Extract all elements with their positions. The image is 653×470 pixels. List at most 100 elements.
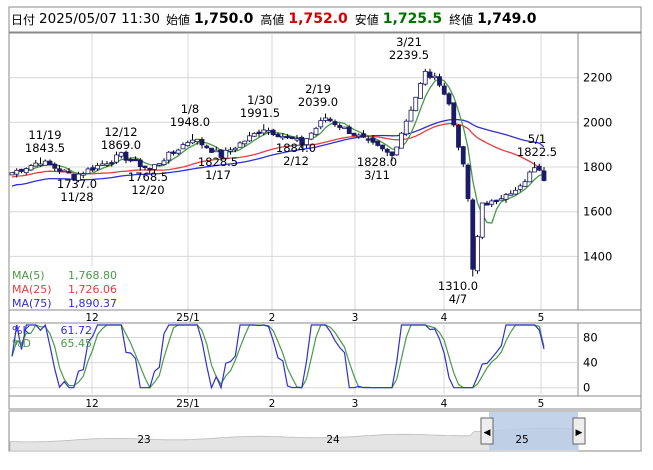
candle-body bbox=[99, 163, 105, 166]
price-tick-label: 2000 bbox=[583, 115, 612, 129]
annotation-date: 11/28 bbox=[60, 190, 93, 204]
candle-body bbox=[427, 71, 433, 78]
candle-body bbox=[394, 146, 400, 156]
annotation-price: 1828.5 bbox=[198, 155, 238, 169]
candle-body bbox=[337, 125, 343, 128]
navigator[interactable]: 23 24 25 ◀ ▶ bbox=[8, 410, 642, 452]
candle-body bbox=[513, 189, 518, 195]
annotation-date: 2/19 bbox=[305, 82, 331, 96]
candle-body bbox=[342, 126, 347, 129]
candle-body bbox=[470, 199, 476, 270]
annotation-price: 1737.0 bbox=[57, 177, 97, 191]
candle-body bbox=[465, 164, 471, 199]
price-tick-label: 1800 bbox=[583, 160, 612, 174]
candle-body bbox=[489, 200, 495, 205]
annotation-date: 11/19 bbox=[28, 128, 61, 142]
ma-legend-value: 1,726.06 bbox=[68, 283, 117, 296]
annotation-price: 1991.5 bbox=[240, 106, 280, 120]
candle-body bbox=[128, 158, 134, 162]
candle-body bbox=[95, 165, 100, 170]
candle-body bbox=[114, 154, 119, 163]
candle-body bbox=[204, 145, 210, 149]
candle-body bbox=[85, 168, 91, 175]
candle-body bbox=[247, 135, 252, 142]
candle-body bbox=[456, 124, 461, 148]
candle-body bbox=[152, 164, 157, 170]
candle-body bbox=[185, 142, 191, 147]
candle-body bbox=[61, 169, 67, 173]
candle-body bbox=[536, 165, 542, 171]
annotation-date: 1/8 bbox=[181, 102, 200, 116]
annotation-price: 1869.0 bbox=[101, 138, 141, 152]
x-tick-label: 4 bbox=[441, 312, 448, 324]
candle-body bbox=[261, 129, 267, 134]
candle-body bbox=[209, 147, 214, 153]
candle-body bbox=[42, 160, 48, 166]
candle-body bbox=[171, 151, 176, 154]
candle-body bbox=[213, 149, 219, 153]
candle-body bbox=[503, 194, 509, 200]
candle-body bbox=[156, 163, 162, 166]
candle-body bbox=[104, 163, 110, 166]
candle-body bbox=[313, 127, 319, 135]
candle-body bbox=[541, 170, 547, 181]
candle-body bbox=[460, 146, 466, 165]
candle-body bbox=[356, 134, 362, 137]
price-tick-label: 2200 bbox=[583, 71, 612, 85]
candle-body bbox=[441, 85, 447, 95]
candle-body bbox=[175, 149, 181, 154]
ma-legend-name: MA(25) bbox=[12, 283, 52, 296]
navigator-right-arrow-icon[interactable]: ▶ bbox=[576, 428, 583, 438]
candle-body bbox=[47, 160, 53, 166]
candle-body bbox=[23, 168, 29, 174]
x-tick-label: 25/1 bbox=[176, 398, 200, 410]
candle-body bbox=[375, 140, 381, 146]
x-tick-label: 3 bbox=[352, 312, 359, 324]
candle-body bbox=[446, 93, 452, 105]
ma-legend-name: MA(75) bbox=[12, 297, 52, 310]
candle-body bbox=[19, 168, 24, 172]
candle-body bbox=[33, 162, 39, 167]
candle-body bbox=[9, 172, 15, 176]
x-tick-label: 2 bbox=[269, 398, 276, 410]
candle-body bbox=[384, 148, 390, 153]
candle-body bbox=[133, 158, 138, 162]
candle-body bbox=[228, 149, 233, 152]
candle-body bbox=[508, 193, 514, 196]
annotation-date: 1/17 bbox=[205, 168, 231, 182]
candle-body bbox=[323, 117, 328, 121]
candle-body bbox=[498, 198, 504, 201]
candle-body bbox=[90, 167, 96, 171]
annotation-price: 1884.0 bbox=[276, 141, 316, 155]
navigator-left-arrow-icon[interactable]: ◀ bbox=[484, 428, 491, 438]
ma-legend-value: 1,768.80 bbox=[68, 269, 117, 282]
navigator-year-label: 25 bbox=[515, 434, 528, 446]
candle-body bbox=[80, 173, 86, 176]
x-tick-label: 5 bbox=[538, 312, 545, 324]
annotation-price: 1310.0 bbox=[438, 279, 478, 293]
price-panel: 1400 1600 1800 2000 2200 11/191843.5 1737.011… bbox=[8, 32, 642, 311]
stoch-tick-label: 0 bbox=[583, 381, 590, 395]
candle-body bbox=[194, 138, 200, 143]
x-tick-label: 3 bbox=[352, 398, 359, 410]
x-tick-label: 12 bbox=[85, 398, 98, 410]
navigator-year-label: 24 bbox=[326, 434, 340, 446]
header-border bbox=[8, 6, 642, 33]
x-tick-label: 12 bbox=[85, 312, 98, 324]
annotation-price: 1768.5 bbox=[128, 170, 168, 184]
candle-body bbox=[14, 169, 20, 175]
candle-body bbox=[399, 132, 404, 149]
annotation-date: 4/7 bbox=[449, 292, 468, 306]
candle-body bbox=[161, 160, 167, 165]
x-tick-label: 2 bbox=[269, 312, 276, 324]
candle-body bbox=[52, 163, 58, 169]
candle-body bbox=[532, 167, 537, 173]
candle-body bbox=[256, 131, 262, 135]
ma-legend-name: MA(5) bbox=[12, 269, 45, 282]
x-tick-label: 25/1 bbox=[176, 312, 200, 324]
candle-body bbox=[418, 83, 423, 99]
navigator-selection bbox=[489, 412, 578, 450]
candle-body bbox=[285, 135, 290, 139]
candle-body bbox=[451, 102, 457, 126]
candle-body bbox=[123, 151, 129, 161]
